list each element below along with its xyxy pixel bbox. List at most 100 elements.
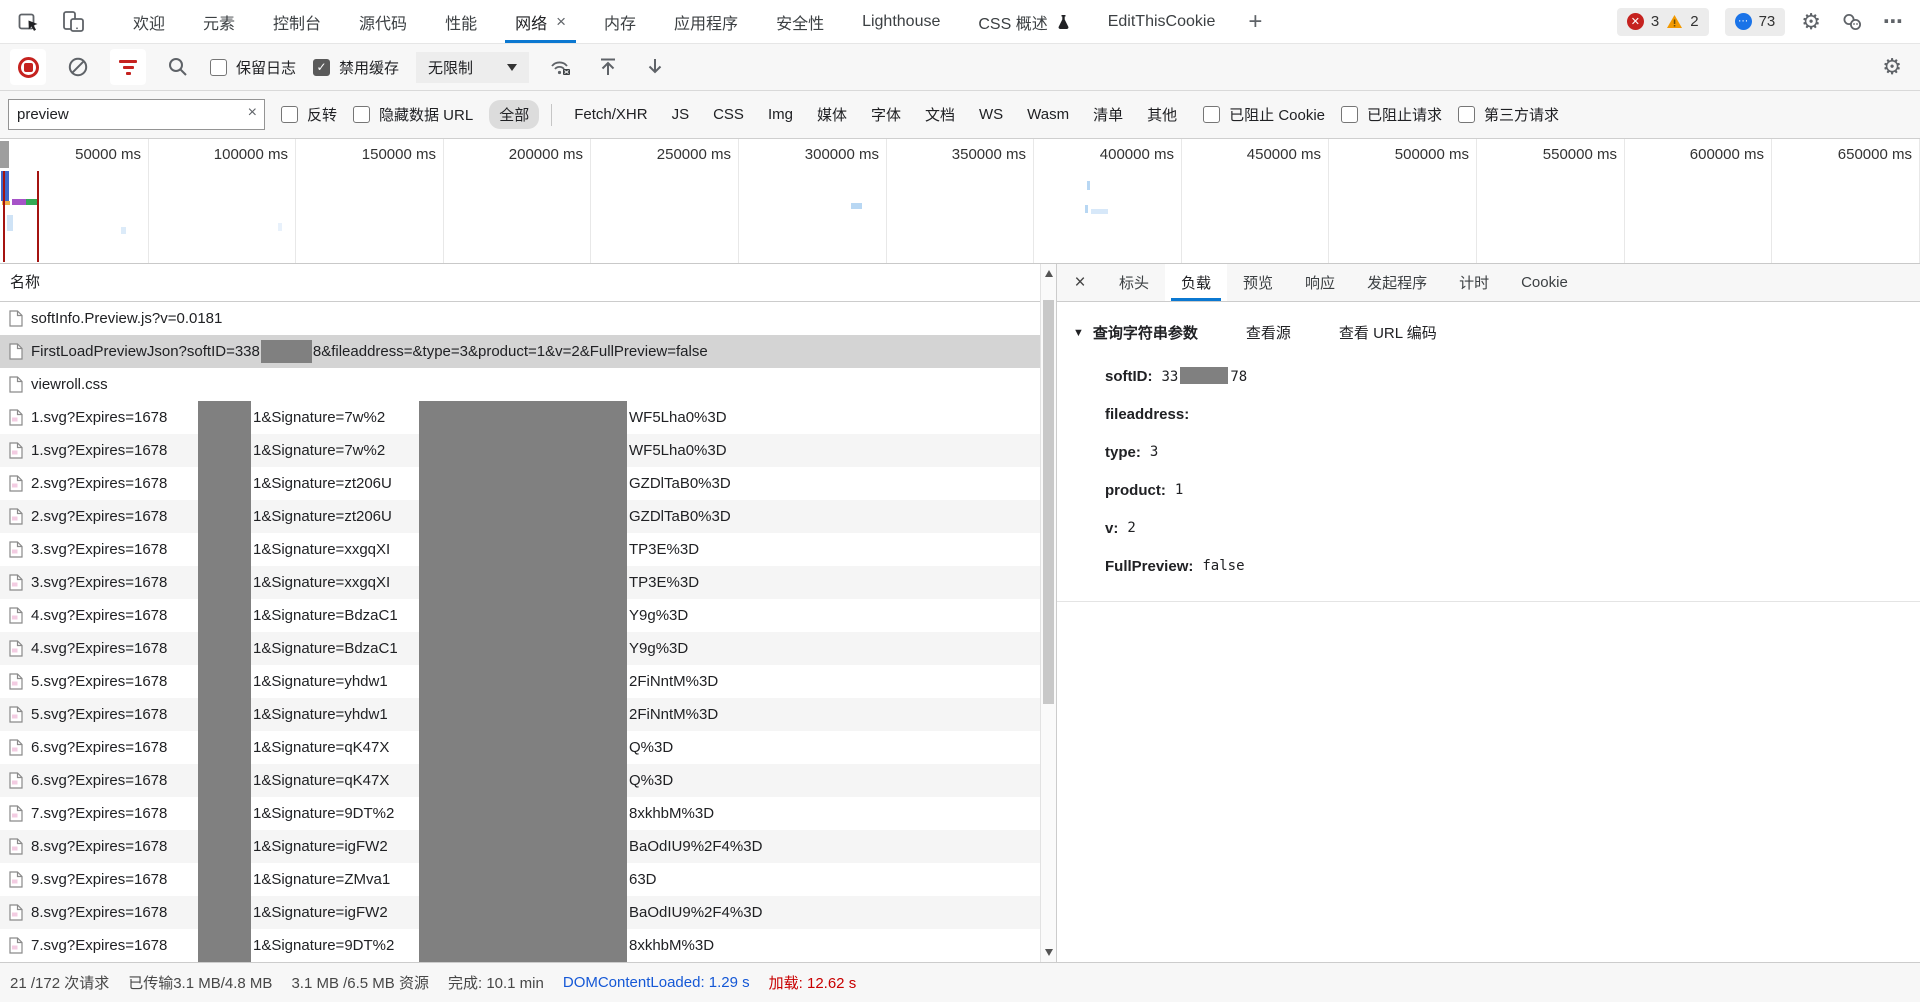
query-params-section-title[interactable]: 查询字符串参数 [1093, 322, 1198, 343]
view-source-link[interactable]: 查看源 [1246, 322, 1291, 343]
request-row[interactable]: viewroll.css [0, 368, 1040, 401]
import-har-icon[interactable] [593, 52, 623, 82]
filter-type-2[interactable]: JS [662, 102, 700, 127]
tab-8[interactable]: 安全性 [757, 0, 843, 43]
filter-type-5[interactable]: 媒体 [807, 100, 857, 129]
tab-11[interactable]: EditThisCookie [1089, 0, 1235, 43]
request-name-suffix: GZDlTaB0%3D [629, 508, 731, 525]
checkbox-checked[interactable]: ✓ [313, 59, 330, 76]
request-name: 6.svg?Expires=1678 [31, 739, 167, 756]
detail-tab-3[interactable]: 响应 [1289, 264, 1351, 301]
filter-type-7[interactable]: 文档 [915, 100, 965, 129]
inspect-element-icon[interactable] [14, 7, 44, 37]
view-url-encoded-link[interactable]: 查看 URL 编码 [1339, 322, 1437, 343]
filter-input[interactable] [8, 99, 265, 130]
checkbox-unchecked[interactable] [353, 106, 370, 123]
blocked-cookies-checkbox[interactable]: 已阻止 Cookie [1203, 104, 1325, 125]
network-conditions-icon[interactable] [546, 52, 576, 82]
file-icon [9, 640, 23, 657]
feedback-icon[interactable] [1837, 7, 1867, 37]
tab-3[interactable]: 源代码 [340, 0, 426, 43]
third-party-checkbox[interactable]: 第三方请求 [1458, 104, 1559, 125]
checkbox-unchecked[interactable] [210, 59, 227, 76]
request-name: FirstLoadPreviewJson?softID=338 [31, 343, 260, 360]
tab-close-icon[interactable]: × [556, 13, 566, 30]
network-settings-gear-icon[interactable]: ⚙ [1882, 56, 1920, 78]
checkbox-unchecked[interactable] [281, 106, 298, 123]
file-icon [9, 805, 23, 822]
close-panel-icon[interactable]: × [1057, 264, 1103, 301]
scroll-up-icon[interactable] [1045, 270, 1053, 277]
filter-type-11[interactable]: 其他 [1137, 100, 1187, 129]
request-name-mid: 1&Signature=igFW2 [253, 904, 388, 921]
checkbox-unchecked[interactable] [1458, 106, 1475, 123]
filter-type-3[interactable]: CSS [703, 102, 754, 127]
filter-type-9[interactable]: Wasm [1017, 102, 1079, 127]
request-row[interactable]: FirstLoadPreviewJson?softID=3388&fileadd… [0, 335, 1040, 368]
detail-tab-0[interactable]: 标头 [1103, 264, 1165, 301]
filter-button[interactable] [110, 49, 146, 85]
tab-0[interactable]: 欢迎 [114, 0, 184, 43]
name-column-header[interactable]: 名称 [0, 264, 1056, 302]
invert-checkbox[interactable]: 反转 [281, 104, 337, 125]
request-name-suffix: TP3E%3D [629, 541, 699, 558]
tab-9[interactable]: Lighthouse [843, 0, 959, 43]
filter-type-1[interactable]: Fetch/XHR [564, 102, 657, 127]
disable-cache-checkbox[interactable]: ✓ 禁用缓存 [313, 57, 399, 78]
tab-7[interactable]: 应用程序 [655, 0, 757, 43]
settings-gear-icon[interactable]: ⚙ [1801, 11, 1821, 33]
issues-badge[interactable]: ✕ 3 2 [1617, 8, 1709, 36]
warning-icon [1666, 14, 1683, 29]
filter-type-4[interactable]: Img [758, 102, 803, 127]
detail-tab-5[interactable]: 计时 [1443, 264, 1505, 301]
more-menu-icon[interactable]: ⋯ [1883, 9, 1904, 34]
overview-mark [0, 141, 9, 168]
device-toolbar-icon[interactable] [58, 7, 88, 37]
chevron-down-icon [507, 64, 517, 71]
param-row: type:3 [1105, 433, 1920, 471]
detail-tab-4[interactable]: 发起程序 [1351, 264, 1443, 301]
file-icon [9, 607, 23, 624]
tab-1[interactable]: 元素 [184, 0, 254, 43]
list-scrollbar[interactable] [1040, 264, 1056, 962]
tab-6[interactable]: 内存 [585, 0, 655, 43]
new-tab-button[interactable]: + [1234, 8, 1276, 36]
clear-filter-icon[interactable]: × [248, 104, 257, 122]
filter-type-8[interactable]: WS [969, 102, 1013, 127]
hide-data-url-checkbox[interactable]: 隐藏数据 URL [353, 104, 473, 125]
param-name: FullPreview: [1105, 558, 1193, 575]
tab-10[interactable]: CSS 概述 [959, 0, 1088, 43]
blocked-requests-checkbox[interactable]: 已阻止请求 [1341, 104, 1442, 125]
scrollbar-thumb[interactable] [1043, 300, 1054, 704]
tab-2[interactable]: 控制台 [254, 0, 340, 43]
tab-5[interactable]: 网络× [496, 0, 585, 43]
checkbox-unchecked[interactable] [1203, 106, 1220, 123]
detail-tab-2[interactable]: 预览 [1227, 264, 1289, 301]
checkbox-unchecked[interactable] [1341, 106, 1358, 123]
request-row[interactable]: softInfo.Preview.js?v=0.0181 [0, 302, 1040, 335]
filter-type-10[interactable]: 清单 [1083, 100, 1133, 129]
file-icon [9, 442, 23, 459]
detail-tab-1[interactable]: 负载 [1165, 264, 1227, 301]
record-network-log-button[interactable] [10, 49, 46, 85]
tab-4[interactable]: 性能 [426, 0, 496, 43]
preserve-log-checkbox[interactable]: 保留日志 [210, 57, 296, 78]
file-icon [9, 541, 23, 558]
messages-badge[interactable]: ⋯ 73 [1725, 8, 1786, 36]
request-name-mid: 1&Signature=yhdw1 [253, 706, 388, 723]
tick-label: 50000 ms [0, 146, 141, 163]
section-collapse-icon[interactable]: ▼ [1073, 327, 1084, 339]
param-row: FullPreview:false [1105, 547, 1920, 585]
clear-network-log-button[interactable] [63, 52, 93, 82]
filter-type-0[interactable]: 全部 [489, 100, 539, 129]
filter-type-6[interactable]: 字体 [861, 100, 911, 129]
network-overview-timeline[interactable]: 50000 ms100000 ms150000 ms200000 ms25000… [0, 139, 1920, 264]
detail-tab-6[interactable]: Cookie [1505, 264, 1584, 301]
throttling-select[interactable]: 无限制 [416, 52, 529, 83]
export-har-icon[interactable] [640, 52, 670, 82]
request-name: viewroll.css [31, 376, 108, 393]
request-name-suffix: TP3E%3D [629, 574, 699, 591]
scroll-down-icon[interactable] [1045, 949, 1053, 956]
search-icon[interactable] [163, 52, 193, 82]
request-name-suffix: WF5Lha0%3D [629, 442, 727, 459]
